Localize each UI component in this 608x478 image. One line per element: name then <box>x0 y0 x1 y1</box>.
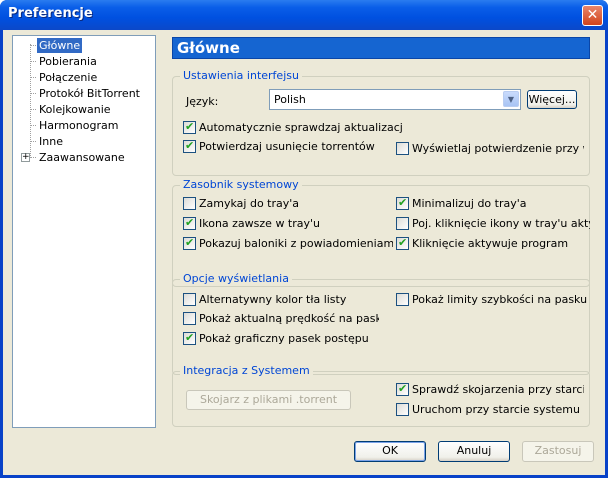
checkbox-label: Wyświetlaj potwierdzenie przy wyjściu <box>412 142 584 155</box>
confirm-exit-checkbox[interactable]: Wyświetlaj potwierdzenie przy wyjściu <box>396 142 584 156</box>
show-current-speed-checkbox[interactable]: Pokaż aktualną prędkość na pasku tytułu <box>183 312 379 326</box>
checkbox-box[interactable] <box>396 383 409 396</box>
checkbox-label: Sprawdź skojarzenia przy starcie <box>412 383 584 396</box>
checkbox-label: Kliknięcie aktywuje program <box>412 237 569 250</box>
checkbox-label: Poj. kliknięcie ikony w tray'u aktywuje <box>412 217 590 230</box>
checkbox-label: Minimalizuj do tray'a <box>412 197 527 210</box>
checkbox-label: Zamykaj do tray'a <box>199 197 300 210</box>
check-associations-checkbox[interactable]: Sprawdź skojarzenia przy starcie <box>396 383 584 397</box>
click-activates-checkbox[interactable]: Kliknięcie aktywuje program <box>396 237 584 251</box>
tree-item-kolejkowanie[interactable]: Kolejkowanie <box>30 102 113 117</box>
checkbox-box[interactable] <box>396 293 409 306</box>
show-speed-limits-checkbox[interactable]: Pokaż limity szybkości na pasku statusu <box>396 293 590 307</box>
checkbox-box[interactable] <box>396 403 409 416</box>
window-title: Preferencje <box>8 6 93 21</box>
chevron-down-icon[interactable]: ▼ <box>503 91 519 107</box>
graphic-progress-bar-checkbox[interactable]: Pokaż graficzny pasek postępu <box>183 332 393 346</box>
title-bar[interactable]: Preferencje ✕ <box>0 0 608 30</box>
apply-button[interactable]: Zastosuj <box>522 441 594 462</box>
checkbox-label: Pokaż graficzny pasek postępu <box>199 332 369 345</box>
checkbox-label: Pokaż aktualną prędkość na pasku tytułu <box>199 312 379 325</box>
checkbox-box[interactable] <box>183 293 196 306</box>
tree-item-zaawansowane[interactable]: Zaawansowane <box>30 150 127 165</box>
checkbox-box[interactable] <box>183 332 196 345</box>
interface-settings-group: Ustawienia interfejsu Język: Polish ▼ Wi… <box>172 69 590 176</box>
checkbox-label: Automatycznie sprawdzaj aktualizacje <box>199 121 403 134</box>
checkbox-label: Alternatywny kolor tła listy <box>199 293 347 306</box>
checkbox-label: Potwierdzaj usunięcie torrentów <box>199 140 375 153</box>
dialog-body: Główne Pobierania Połączenie Protokół Bi… <box>3 30 605 475</box>
close-to-tray-checkbox[interactable]: Zamykaj do tray'a <box>183 197 383 211</box>
associate-torrent-button[interactable]: Skojarz z plikami .torrent <box>186 390 351 410</box>
tree-item-protokol-bittorrent[interactable]: Protokół BitTorrent <box>30 86 142 101</box>
checkbox-label: Uruchom przy starcie systemu <box>412 403 580 416</box>
always-tray-icon-checkbox[interactable]: Ikona zawsze w tray'u <box>183 217 383 231</box>
language-label: Język: <box>186 95 219 108</box>
tree-item-polaczenie[interactable]: Połączenie <box>29 70 99 85</box>
close-icon[interactable]: ✕ <box>582 5 603 26</box>
page-title: Główne <box>172 37 590 59</box>
group-title: Integracja z Systemem <box>180 364 313 377</box>
checkbox-box[interactable] <box>183 312 196 325</box>
checkbox-box[interactable] <box>183 121 196 134</box>
system-integration-group: Integracja z Systemem Skojarz z plikami … <box>172 364 590 427</box>
checkbox-box[interactable] <box>183 237 196 250</box>
group-title: Opcje wyświetlania <box>180 272 292 285</box>
checkbox-box[interactable] <box>396 142 409 155</box>
checkbox-label: Pokazuj baloniki z powiadomieniami w tra… <box>199 237 393 250</box>
tree-item-pobierania[interactable]: Pobierania <box>30 54 99 69</box>
checkbox-box[interactable] <box>183 140 196 153</box>
group-title: Zasobnik systemowy <box>180 178 302 191</box>
show-balloons-checkbox[interactable]: Pokazuj baloniki z powiadomieniami w tra… <box>183 237 393 251</box>
checkbox-box[interactable] <box>396 217 409 230</box>
language-select[interactable]: Polish ▼ <box>269 89 521 110</box>
expand-icon[interactable]: + <box>21 153 30 162</box>
checkbox-box[interactable] <box>183 197 196 210</box>
confirm-delete-checkbox[interactable]: Potwierdzaj usunięcie torrentów <box>183 140 383 154</box>
category-tree[interactable]: Główne Pobierania Połączenie Protokół Bi… <box>12 35 156 428</box>
display-options-group: Opcje wyświetlania Alternatywny kolor tł… <box>172 272 590 375</box>
run-on-startup-checkbox[interactable]: Uruchom przy starcie systemu <box>396 403 584 417</box>
alt-list-color-checkbox[interactable]: Alternatywny kolor tła listy <box>183 293 383 307</box>
single-click-tray-checkbox[interactable]: Poj. kliknięcie ikony w tray'u aktywuje <box>396 217 590 231</box>
minimize-to-tray-checkbox[interactable]: Minimalizuj do tray'a <box>396 197 584 211</box>
checkbox-label: Pokaż limity szybkości na pasku statusu <box>412 293 590 306</box>
checkbox-box[interactable] <box>396 237 409 250</box>
tree-item-glowne[interactable]: Główne <box>29 38 83 53</box>
ok-button[interactable]: OK <box>354 441 426 462</box>
preferences-window: Preferencje ✕ Główne Pobierania Połączen… <box>0 0 608 478</box>
checkbox-box[interactable] <box>396 197 409 210</box>
group-title: Ustawienia interfejsu <box>180 69 302 82</box>
checkbox-box[interactable] <box>183 217 196 230</box>
more-languages-button[interactable]: Więcej... <box>527 90 577 109</box>
tree-item-inne[interactable]: Inne <box>30 134 65 149</box>
language-value: Polish <box>274 93 306 106</box>
check-updates-checkbox[interactable]: Automatycznie sprawdzaj aktualizacje <box>183 121 403 135</box>
cancel-button[interactable]: Anuluj <box>438 441 510 462</box>
tree-item-harmonogram[interactable]: Harmonogram <box>29 118 120 133</box>
checkbox-label: Ikona zawsze w tray'u <box>199 217 321 230</box>
